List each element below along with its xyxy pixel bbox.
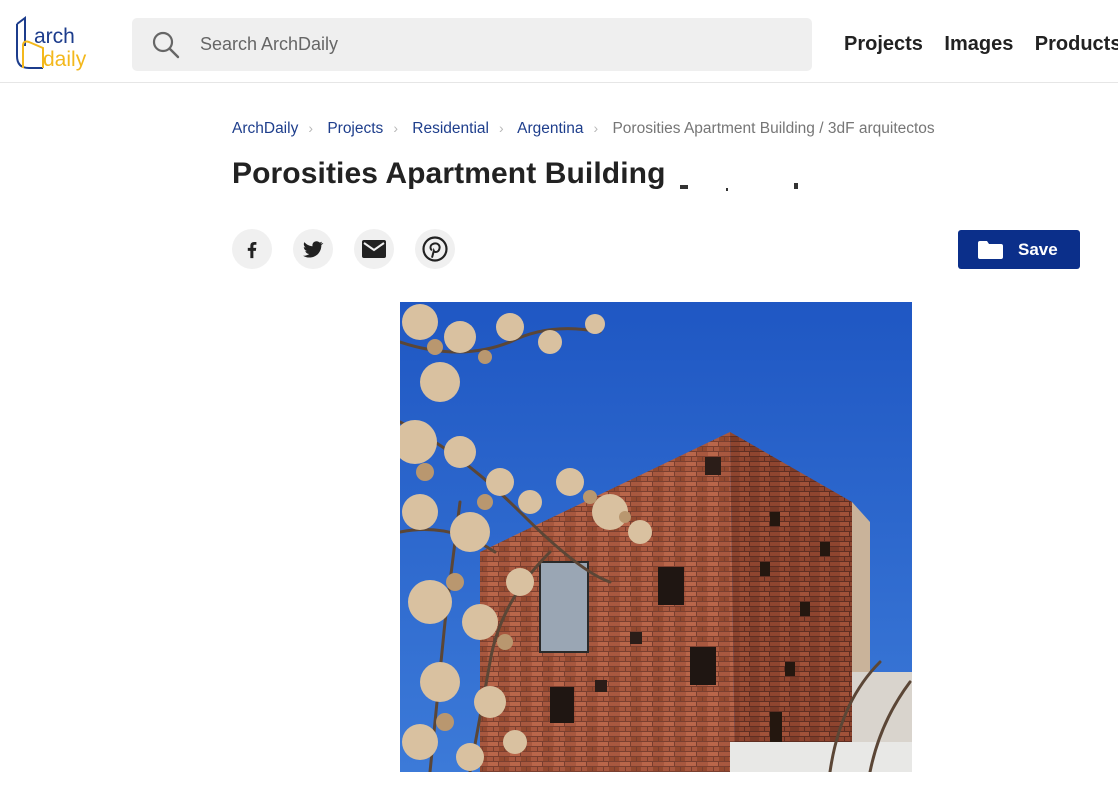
twitter-icon (303, 241, 324, 258)
breadcrumb-separator-icon: › (393, 120, 398, 136)
search-input[interactable] (200, 18, 800, 71)
project-hero-photo[interactable] (400, 302, 912, 772)
breadcrumb-item-projects[interactable]: Projects (327, 120, 383, 137)
breadcrumb: ArchDaily › Projects › Residential › Argent… (232, 120, 935, 138)
share-email-button[interactable] (354, 229, 394, 269)
page-title-cutoff (666, 157, 806, 191)
share-facebook-button[interactable] (232, 229, 272, 269)
logo-word-top: arch (34, 25, 75, 48)
nav-item-images[interactable]: Images (944, 33, 1013, 55)
breadcrumb-separator-icon: › (593, 120, 599, 136)
save-button[interactable]: Save (958, 230, 1080, 269)
facebook-icon (247, 241, 257, 259)
breadcrumb-separator-icon: › (308, 120, 313, 136)
share-twitter-button[interactable] (293, 229, 333, 269)
building-photo-image (400, 302, 912, 772)
page-title: Porosities Apartment Building (232, 157, 806, 191)
save-button-label: Save (1018, 239, 1058, 259)
nav-item-products[interactable]: Products & (1035, 33, 1118, 55)
breadcrumb-item-archdaily[interactable]: ArchDaily (232, 120, 298, 137)
pinterest-icon (422, 236, 448, 262)
breadcrumb-item-argentina[interactable]: Argentina (517, 120, 583, 137)
breadcrumb-separator-icon: › (498, 120, 504, 136)
breadcrumb-current: Porosities Apartment Building / 3dF arqu… (612, 120, 935, 137)
email-icon (362, 240, 386, 258)
breadcrumb-item-residential[interactable]: Residential (412, 120, 489, 137)
folder-icon (978, 240, 1003, 259)
share-pinterest-button[interactable] (415, 229, 455, 269)
site-header: arch daily Projects Images Products & (0, 0, 1118, 83)
page-title-text: Porosities Apartment Building (232, 157, 666, 190)
search-bar[interactable] (132, 18, 812, 71)
nav-item-projects[interactable]: Projects (844, 33, 923, 55)
archdaily-logo[interactable]: arch daily (13, 16, 105, 72)
search-icon[interactable] (152, 31, 180, 59)
logo-word-bottom: daily (43, 48, 87, 71)
main-nav: Projects Images Products & (844, 33, 1118, 56)
